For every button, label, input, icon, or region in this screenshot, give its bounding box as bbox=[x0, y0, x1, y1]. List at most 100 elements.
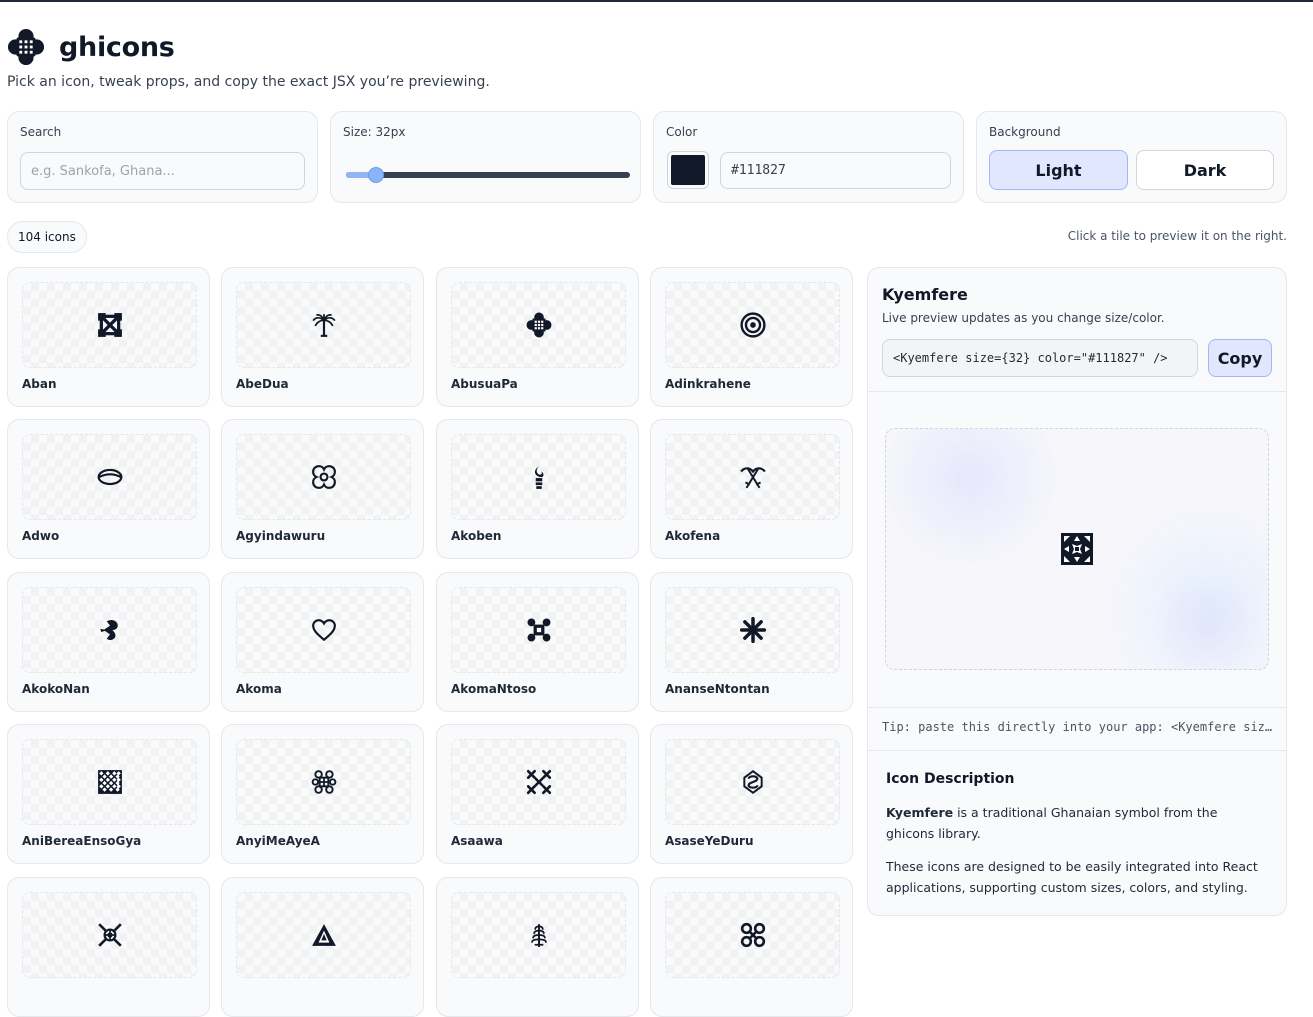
icon-tile-preview bbox=[22, 282, 197, 368]
divider bbox=[868, 391, 1286, 392]
search-input[interactable] bbox=[20, 152, 305, 190]
icon-tile-preview bbox=[451, 739, 626, 825]
icon-tile-label: AnanseNtontan bbox=[665, 682, 770, 696]
icon-tile[interactable]: Akoma bbox=[221, 572, 424, 712]
copy-button[interactable]: Copy bbox=[1208, 339, 1272, 377]
palm-tree-icon bbox=[311, 314, 336, 337]
icon-tile-preview bbox=[22, 434, 197, 520]
color-label: Color bbox=[666, 125, 698, 139]
icon-tile-label: Akoben bbox=[451, 529, 502, 543]
description-title: Icon Description bbox=[886, 771, 1015, 787]
icon-tile[interactable]: AnanseNtontan bbox=[650, 572, 853, 712]
icon-tile-preview bbox=[451, 434, 626, 520]
icon-detail-panel: Kyemfere Live preview updates as you cha… bbox=[867, 267, 1287, 916]
icon-tile-label: Akofena bbox=[665, 529, 721, 543]
icon-tile[interactable]: Akoben bbox=[436, 419, 639, 559]
horn-icon bbox=[534, 466, 543, 489]
checker-icon bbox=[97, 770, 122, 794]
icon-tile-label: Akoma bbox=[236, 682, 282, 696]
color-swatch-fill bbox=[671, 155, 705, 185]
kyemfere-icon bbox=[1061, 533, 1093, 565]
color-swatch[interactable] bbox=[667, 151, 709, 189]
jsx-code-field[interactable]: <Kyemfere size={32} color="#111827" /> bbox=[882, 339, 1198, 377]
icon-tile[interactable]: AbusuaPa bbox=[436, 267, 639, 407]
concentric-circles-icon bbox=[739, 312, 766, 338]
icon-tile[interactable]: Adwo bbox=[7, 419, 210, 559]
icon-tile-preview bbox=[451, 282, 626, 368]
icon-tile-preview bbox=[665, 587, 840, 673]
fern-icon bbox=[530, 924, 547, 947]
hen-foot-icon bbox=[99, 620, 118, 641]
icon-tile-preview bbox=[665, 739, 840, 825]
icon-tile-label: AniBereaEnsoGya bbox=[22, 834, 142, 848]
abusuapa-icon bbox=[526, 312, 551, 338]
icon-tile-label: Aban bbox=[22, 377, 57, 391]
icon-tile[interactable]: AsaseYeDuru bbox=[650, 724, 853, 864]
icon-tile-preview bbox=[236, 587, 411, 673]
spider-web-icon bbox=[739, 617, 766, 643]
icon-tile-label: Asaawa bbox=[451, 834, 503, 848]
icon-tile[interactable]: AkomaNtoso bbox=[436, 572, 639, 712]
icon-tile-preview bbox=[236, 282, 411, 368]
icon-tile[interactable]: Adinkrahene bbox=[650, 267, 853, 407]
size-slider[interactable] bbox=[346, 167, 630, 183]
icon-tile-preview bbox=[236, 892, 411, 978]
icon-tile-preview bbox=[451, 892, 626, 978]
icon-tile-preview bbox=[665, 434, 840, 520]
linked-hearts-icon bbox=[527, 618, 550, 642]
icon-tile-preview bbox=[22, 892, 197, 978]
background-label: Background bbox=[989, 125, 1061, 139]
detail-title: Kyemfere bbox=[882, 285, 968, 304]
icon-tile[interactable]: AbeDua bbox=[221, 267, 424, 407]
icon-tile[interactable] bbox=[436, 877, 639, 1017]
icon-tile-label: AkomaNtoso bbox=[451, 682, 537, 696]
divider bbox=[868, 750, 1286, 751]
icon-tile[interactable]: Aban bbox=[7, 267, 210, 407]
anyimeayea-icon bbox=[311, 770, 336, 794]
icon-tile[interactable]: AnyiMeAyeA bbox=[221, 724, 424, 864]
icon-tile-preview bbox=[665, 892, 840, 978]
search-panel: Search bbox=[7, 111, 318, 203]
icon-tile[interactable]: Agyindawuru bbox=[221, 419, 424, 559]
icon-tile-label: AkokoNan bbox=[22, 682, 90, 696]
asaseyeduru-icon bbox=[742, 769, 763, 795]
color-hex-input[interactable] bbox=[720, 152, 951, 189]
icon-tile[interactable]: Asaawa bbox=[436, 724, 639, 864]
icon-tile-label: AbusuaPa bbox=[451, 377, 518, 391]
icon-tile[interactable]: AniBereaEnsoGya bbox=[7, 724, 210, 864]
background-dark-button[interactable]: Dark bbox=[1136, 150, 1274, 190]
app-header: ghicons bbox=[7, 28, 175, 66]
background-panel: Background Light Dark bbox=[976, 111, 1287, 203]
icon-tile-preview bbox=[236, 434, 411, 520]
triangle-icon bbox=[311, 924, 336, 946]
description-paragraph-2: These icons are designed to be easily in… bbox=[886, 859, 1258, 895]
icon-tile[interactable]: AkokoNan bbox=[7, 572, 210, 712]
color-panel: Color bbox=[653, 111, 964, 203]
heart-icon bbox=[311, 619, 336, 642]
divider bbox=[868, 707, 1286, 708]
icon-tile-preview bbox=[236, 739, 411, 825]
preview-stage bbox=[885, 428, 1269, 670]
app-subtitle: Pick an icon, tweak props, and copy the … bbox=[7, 74, 490, 90]
icon-tile[interactable] bbox=[650, 877, 853, 1017]
bese-saka-icon bbox=[97, 923, 122, 947]
agyindawuru-icon bbox=[311, 465, 336, 489]
icon-tile-label: AsaseYeDuru bbox=[665, 834, 754, 848]
size-slider-thumb[interactable] bbox=[368, 167, 384, 183]
icon-tile-label: Agyindawuru bbox=[236, 529, 326, 543]
ghicons-logo-icon bbox=[7, 28, 45, 66]
icon-tile[interactable]: Akofena bbox=[650, 419, 853, 559]
icon-tile[interactable] bbox=[7, 877, 210, 1017]
icon-count-badge: 104 icons bbox=[7, 221, 87, 253]
icon-tile-preview bbox=[22, 739, 197, 825]
description-icon-name: Kyemfere bbox=[886, 805, 954, 820]
description-paragraph-1: Kyemfere is a traditional Ghanaian symbo… bbox=[886, 802, 1266, 844]
detail-subtitle: Live preview updates as you change size/… bbox=[882, 311, 1165, 325]
size-label: Size: 32px bbox=[343, 125, 406, 139]
search-label: Search bbox=[20, 125, 62, 139]
size-panel: Size: 32px bbox=[330, 111, 641, 203]
icon-tile-preview bbox=[451, 587, 626, 673]
background-light-button[interactable]: Light bbox=[989, 150, 1128, 190]
icon-tile-preview bbox=[665, 282, 840, 368]
icon-tile[interactable] bbox=[221, 877, 424, 1017]
